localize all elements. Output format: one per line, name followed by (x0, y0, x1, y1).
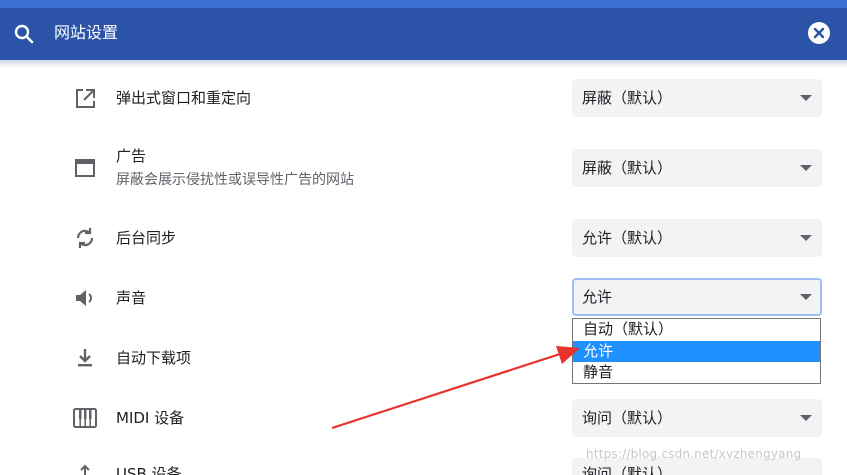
search-icon[interactable] (12, 22, 36, 46)
download-icon (78, 349, 92, 367)
setting-row-midi: MIDI 设备 询问（默认） (0, 398, 847, 438)
chevron-down-icon (800, 95, 812, 101)
midi-label: MIDI 设备 (116, 409, 185, 427)
sound-option-mute[interactable]: 静音 (573, 362, 820, 383)
close-icon (813, 27, 825, 39)
popups-select[interactable]: 屏蔽（默认） (572, 79, 822, 117)
watermark: https://blog.csdn.net/xvzhengyang (586, 447, 802, 461)
piano-icon (73, 408, 97, 428)
chevron-down-icon (800, 235, 812, 241)
midi-select-value: 询问（默认） (582, 409, 673, 427)
sound-option-auto[interactable]: 自动（默认） (573, 319, 820, 340)
sound-select-value: 允许 (582, 288, 613, 306)
search-header: 网站设置 (0, 8, 847, 60)
clear-search-button[interactable] (808, 22, 830, 44)
setting-row-ads: 广告 屏蔽会展示侵扰性或误导性广告的网站 屏蔽（默认） (0, 138, 847, 198)
midi-select[interactable]: 询问（默认） (572, 399, 822, 437)
popups-label: 弹出式窗口和重定向 (116, 89, 252, 107)
chevron-down-icon (800, 415, 812, 421)
web-asset-icon (75, 159, 95, 177)
chevron-down-icon (800, 294, 812, 300)
sound-option-allow[interactable]: 允许 (573, 341, 820, 362)
popups-select-value: 屏蔽（默认） (582, 89, 673, 107)
downloads-label: 自动下载项 (116, 349, 192, 367)
background-sync-select-value: 允许（默认） (582, 229, 673, 247)
sound-select[interactable]: 允许 (572, 278, 822, 316)
search-title: 网站设置 (54, 23, 119, 42)
usb-select-value: 询问（默认） (582, 465, 673, 475)
sound-label: 声音 (116, 289, 147, 307)
volume-icon (76, 290, 92, 306)
usb-icon (80, 464, 90, 475)
open-in-new-icon (76, 89, 95, 108)
sync-icon (76, 228, 94, 248)
chevron-down-icon (800, 165, 812, 171)
background-sync-label: 后台同步 (116, 229, 177, 247)
ads-sublabel: 屏蔽会展示侵扰性或误导性广告的网站 (116, 172, 354, 188)
background-sync-select[interactable]: 允许（默认） (572, 219, 822, 257)
ads-select[interactable]: 屏蔽（默认） (572, 149, 822, 187)
setting-row-popups: 弹出式窗口和重定向 屏蔽（默认） (0, 78, 847, 118)
header-shadow (0, 60, 847, 68)
usb-label: USB 设备 (116, 465, 182, 475)
setting-row-sound: 声音 允许 (0, 278, 847, 318)
top-accent-strip (0, 0, 847, 8)
sound-dropdown-list: 自动（默认） 允许 静音 (572, 318, 821, 384)
ads-label: 广告 (116, 147, 147, 165)
setting-row-background-sync: 后台同步 允许（默认） (0, 218, 847, 258)
ads-select-value: 屏蔽（默认） (582, 159, 673, 177)
